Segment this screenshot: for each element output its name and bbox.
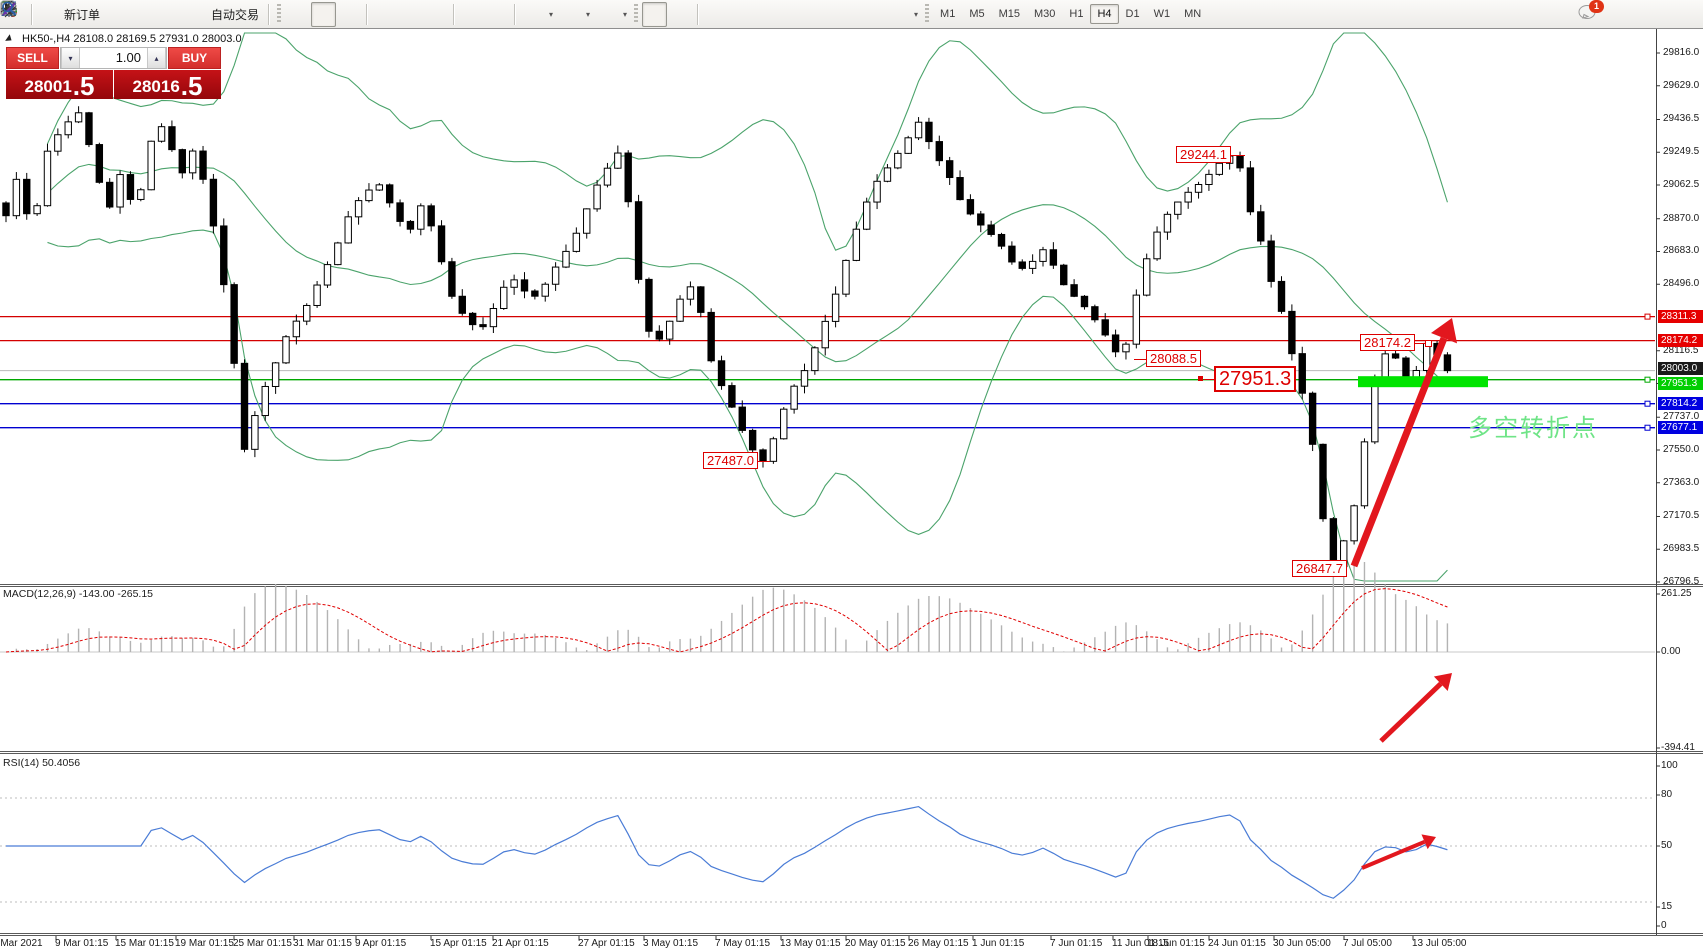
rsi-axis-label: 15 <box>1661 901 1672 912</box>
sell-price-box[interactable]: 28001 .5 <box>6 70 113 99</box>
price-callout[interactable]: 28174.2 <box>1360 334 1415 351</box>
time-axis-label: 3 May 01:15 <box>643 938 698 949</box>
price-tick-label: 27550.0 <box>1663 444 1699 455</box>
time-axis-label: 13 Jul 05:00 <box>1412 938 1467 949</box>
price-tick-label: 28683.0 <box>1663 245 1699 256</box>
turning-point-annotation[interactable]: 多空转折点 <box>1468 408 1598 443</box>
trading-terminal-window: { "toolbar": { "new_order_label": "新订单",… <box>0 0 1703 951</box>
rsi-axis-label: 0 <box>1661 920 1667 931</box>
time-axis-label: 7 Jun 01:15 <box>1050 938 1102 949</box>
time-axis-label: 24 Jun 01:15 <box>1208 938 1266 949</box>
callout-anchor-line <box>1415 343 1425 344</box>
price-tick-label: 27363.0 <box>1663 477 1699 488</box>
time-axis-label: 25 Mar 01:15 <box>233 938 292 949</box>
sell-button[interactable]: SELL <box>6 47 59 69</box>
rsi-axis-label: 80 <box>1661 789 1672 800</box>
time-axis-label: 27 Apr 01:15 <box>578 938 635 949</box>
price-tick-label: 28870.0 <box>1663 213 1699 224</box>
price-tick-label: 29249.5 <box>1663 146 1699 157</box>
price-tag: 28003.0 <box>1658 362 1703 375</box>
buy-price-frac: .5 <box>181 73 203 99</box>
price-tick-label: 28496.0 <box>1663 278 1699 289</box>
volume-input[interactable]: 1.00 <box>80 48 147 68</box>
price-tick-label: 29436.5 <box>1663 113 1699 124</box>
price-tick-label: 29062.5 <box>1663 179 1699 190</box>
volume-up-button[interactable]: ▴ <box>147 48 166 68</box>
price-callout[interactable]: 28088.5 <box>1146 350 1201 367</box>
rsi-indicator-label: RSI(14) 50.4056 <box>3 757 80 769</box>
price-tick-label: 27170.5 <box>1663 510 1699 521</box>
time-axis-label: 30 Jun 05:00 <box>1273 938 1331 949</box>
callout-anchor-handle[interactable] <box>1198 376 1203 381</box>
price-callout[interactable]: 27487.0 <box>703 452 758 469</box>
time-axis-label: 20 May 01:15 <box>845 938 906 949</box>
time-axis-label: 15 Apr 01:15 <box>430 938 487 949</box>
price-tick-label: 29816.0 <box>1663 47 1699 58</box>
macd-indicator-label: MACD(12,26,9) -143.00 -265.15 <box>3 588 153 600</box>
price-tag: 27677.1 <box>1658 421 1703 434</box>
price-tag: 28174.2 <box>1658 334 1703 347</box>
macd-axis-label: 0.00 <box>1661 646 1680 657</box>
sell-price-frac: .5 <box>73 73 95 99</box>
time-axis-label: 1 Jun 01:15 <box>972 938 1024 949</box>
time-axis-label: 3 Mar 2021 <box>0 938 43 949</box>
price-tag: 28311.3 <box>1658 310 1703 323</box>
time-axis-label: 15 Mar 01:15 <box>115 938 174 949</box>
rsi-axis-label: 100 <box>1661 760 1678 771</box>
price-tag: 27814.2 <box>1658 397 1703 410</box>
callout-anchor-line <box>758 461 770 462</box>
time-axis-label: 19 Mar 01:15 <box>175 938 234 949</box>
chart-canvas[interactable] <box>0 0 1703 951</box>
time-axis-label: 7 May 01:15 <box>715 938 770 949</box>
price-callout[interactable]: 29244.1 <box>1176 146 1231 163</box>
rsi-axis-label: 50 <box>1661 840 1672 851</box>
price-tag: 27951.3 <box>1658 377 1703 390</box>
volume-down-button[interactable]: ▾ <box>61 48 80 68</box>
price-callout[interactable]: 27951.3 <box>1214 366 1296 392</box>
time-axis-label: 13 May 01:15 <box>780 938 841 949</box>
buy-button[interactable]: BUY <box>168 47 221 69</box>
time-axis-label: 9 Mar 01:15 <box>55 938 108 949</box>
sell-price-main: 28001 <box>25 74 72 99</box>
price-tick-label: 26796.5 <box>1663 576 1699 587</box>
macd-axis-label: -394.41 <box>1661 742 1695 753</box>
time-axis-label: 7 Jul 05:00 <box>1343 938 1392 949</box>
chart-title: HK50-,H4 28108.0 28169.5 27931.0 28003.0 <box>22 33 242 45</box>
price-tick-label: 29629.0 <box>1663 80 1699 91</box>
callout-anchor-line <box>1134 359 1146 360</box>
time-axis-label: 9 Apr 01:15 <box>355 938 406 949</box>
macd-axis-label: 261.25 <box>1661 588 1692 599</box>
time-axis-label: 26 May 01:15 <box>908 938 969 949</box>
price-callout[interactable]: 26847.7 <box>1292 560 1347 577</box>
volume-stepper: ▾ 1.00 ▴ <box>60 47 167 69</box>
time-axis-label: 18 Jun 01:15 <box>1147 938 1205 949</box>
callout-anchor-handle[interactable] <box>1425 340 1432 347</box>
callout-anchor-line <box>1231 155 1245 156</box>
callout-anchor-line <box>1204 379 1214 380</box>
buy-price-main: 28016 <box>133 74 180 99</box>
time-axis-label: 21 Apr 01:15 <box>492 938 549 949</box>
buy-price-box[interactable]: 28016 .5 <box>114 70 221 99</box>
price-tick-label: 26983.5 <box>1663 543 1699 554</box>
time-axis-label: 31 Mar 01:15 <box>293 938 352 949</box>
one-click-trading-panel: SELL ▾ 1.00 ▴ BUY 28001 .5 28016 .5 <box>6 47 221 99</box>
